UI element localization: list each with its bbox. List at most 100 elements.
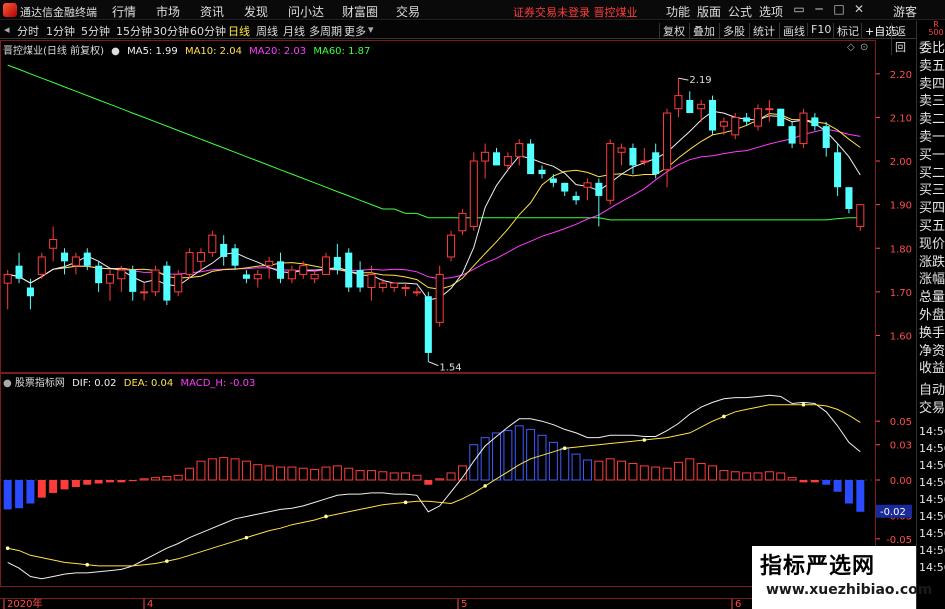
kline-macd-chart[interactable]: 2.20 2.10 2.00 1.90 1.80 1.70 1.60 0.05 0.03 0.00…	[0, 40, 916, 609]
dea-point	[165, 559, 169, 563]
candle-body	[481, 151, 490, 162]
quote-label[interactable]: 自动	[919, 383, 945, 398]
menu-wealth[interactable]: 财富圈	[342, 3, 378, 20]
menu-news[interactable]: 资讯	[200, 3, 224, 20]
ma10-line	[7, 112, 861, 290]
tab-f10[interactable]: F10	[807, 23, 831, 36]
tab-5min[interactable]: 5分钟	[81, 23, 110, 39]
macd-bar	[833, 480, 842, 492]
minimize-icon[interactable]: ─	[812, 2, 826, 16]
menu-discover[interactable]: 发现	[244, 3, 268, 20]
candle-body	[424, 296, 432, 353]
tab-multi-stock[interactable]: 多股	[719, 23, 745, 39]
period-toolbar: ◂ 分时 1分钟 5分钟 15分钟 30分钟 60分钟 日线 周线 月线 多周期…	[0, 21, 916, 55]
quote-label: 外盘	[919, 308, 945, 323]
macd-bar	[3, 480, 12, 510]
candle-body	[129, 270, 137, 292]
tab-prev-icon[interactable]: ◂	[4, 23, 10, 36]
candle-body	[37, 256, 46, 275]
candle-body	[822, 126, 830, 148]
candle-body	[549, 178, 557, 183]
ma10-value: MA10: 2.04	[184, 46, 242, 57]
guest-login[interactable]: 游客	[893, 3, 917, 20]
watermark-url: www.xuezhibiao.com	[766, 582, 933, 598]
date-label: 4	[147, 599, 153, 609]
tab-mark[interactable]: 标记	[833, 23, 859, 39]
candle-body	[686, 99, 694, 114]
candle-body	[640, 160, 649, 163]
dea-point	[5, 546, 10, 551]
menu-formula[interactable]: 公式	[728, 3, 752, 20]
price-tick-label: 2.20	[890, 70, 912, 81]
candle-body	[561, 182, 569, 192]
candle-body	[709, 99, 717, 131]
extreme-marker	[428, 361, 439, 367]
menu-ask[interactable]: 问小达	[288, 3, 324, 20]
extreme-label: 1.54	[439, 363, 461, 374]
tab-weekly[interactable]: 周线	[256, 23, 278, 39]
candle-body	[743, 117, 751, 122]
macd-bar	[605, 458, 615, 481]
candle-body	[140, 291, 149, 294]
menu-function[interactable]: 功能	[666, 3, 690, 20]
cycle-icon[interactable]: ⊙	[860, 42, 868, 53]
candle-body	[15, 265, 23, 279]
close-icon[interactable]: ✕	[852, 2, 866, 16]
macd-bar	[310, 468, 320, 481]
macd-bar	[424, 480, 433, 485]
menu-layout[interactable]: 版面	[697, 3, 721, 20]
candle-body	[811, 117, 819, 127]
menu-market[interactable]: 行情	[112, 3, 136, 20]
quote-label: 卖二	[919, 112, 945, 128]
ma5-value: MA5: 1.99	[127, 46, 178, 57]
tab-draw[interactable]: 画线	[779, 23, 805, 39]
diamond-icon[interactable]: ◇	[847, 42, 855, 53]
price-tick-label: 2.10	[890, 113, 912, 124]
macd-bar	[276, 466, 286, 481]
quote-label[interactable]: 交易	[919, 401, 945, 416]
candle-body	[674, 95, 683, 110]
tab-overlay[interactable]: 叠加	[689, 23, 715, 39]
quote-label: 总量	[919, 290, 945, 306]
quote-label: 卖五	[919, 58, 945, 74]
tab-1min[interactable]: 1分钟	[46, 23, 75, 39]
tab-intraday[interactable]: 分时	[17, 23, 39, 39]
tab-more[interactable]: 更多	[344, 23, 366, 39]
candle-body	[151, 269, 160, 293]
macd-bar	[662, 467, 672, 481]
macd-bar	[628, 463, 638, 481]
quote-label: 委比	[919, 41, 945, 56]
menu-options[interactable]: 选项	[759, 3, 783, 20]
tab-15min[interactable]: 15分钟	[116, 23, 152, 39]
candle-body	[834, 152, 842, 188]
candle-body	[493, 152, 501, 166]
tab-daily[interactable]: 日线	[228, 23, 250, 39]
candle-body	[26, 287, 34, 297]
dea-point	[722, 414, 726, 419]
candle-body	[277, 261, 285, 279]
chevron-down-icon[interactable]: ▾	[368, 23, 374, 36]
maximize-icon[interactable]: □	[832, 2, 846, 16]
macd-bar	[185, 467, 195, 481]
tab-monthly[interactable]: 月线	[283, 23, 305, 39]
tab-statistics[interactable]: 统计	[749, 23, 775, 39]
tab-60min[interactable]: 60分钟	[190, 23, 226, 39]
restore-layout-icon[interactable]: ▭	[792, 2, 806, 16]
chart-title: 晋控煤业(日线 前复权)	[3, 46, 104, 57]
tab-30min[interactable]: 30分钟	[153, 23, 189, 39]
macd-bar	[730, 471, 740, 481]
macd-bar	[617, 460, 627, 481]
menu-trade[interactable]: 交易	[396, 3, 420, 20]
indicator-title: 股票指标网	[14, 378, 65, 389]
tab-adjust[interactable]: 复权	[659, 23, 685, 39]
price-tick-label: 1.60	[890, 331, 912, 342]
tab-multi-period[interactable]: 多周期	[309, 23, 342, 39]
macd-bar	[651, 466, 661, 481]
macd-bar	[492, 432, 502, 481]
macd-bar	[355, 470, 365, 481]
macd-bar	[685, 458, 695, 481]
trade-time: 14:56	[919, 459, 945, 472]
candle-body	[595, 182, 603, 196]
menu-exchange[interactable]: 市场	[156, 3, 180, 20]
macd-tick-label: 0.05	[890, 417, 912, 428]
